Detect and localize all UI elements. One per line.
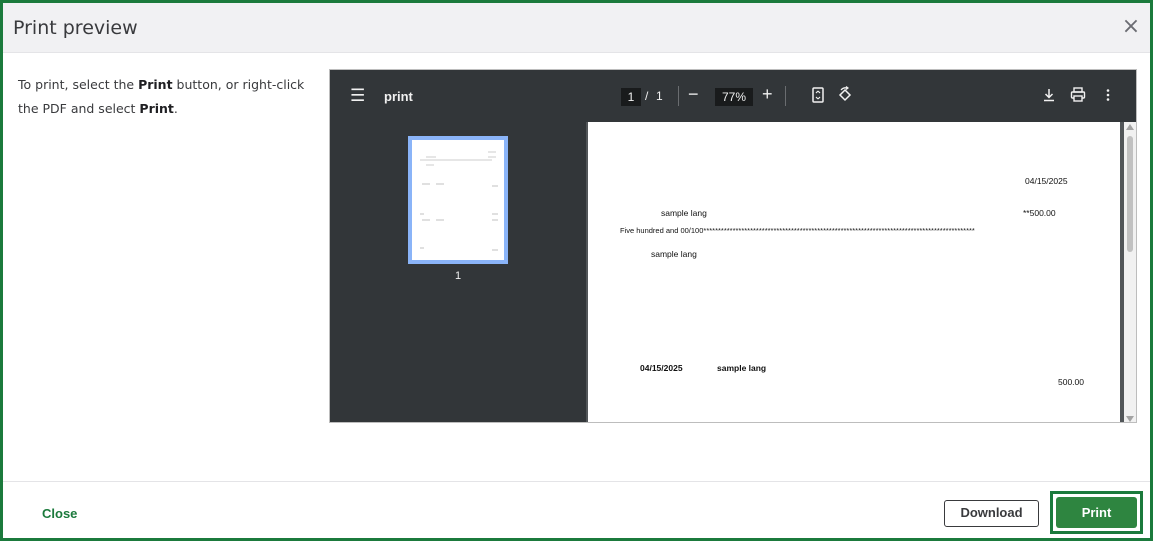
zoom-out-button[interactable]: −	[688, 84, 699, 105]
stub-amount: 500.00	[1058, 377, 1084, 387]
toolbar-divider	[678, 86, 679, 106]
check-payee: sample lang	[661, 208, 707, 218]
rotate-icon[interactable]	[835, 85, 855, 105]
dialog-title: Print preview	[13, 17, 138, 39]
scroll-down-arrow-icon[interactable]	[1126, 416, 1134, 422]
dialog-header: Print preview ×	[3, 3, 1150, 53]
fit-page-icon[interactable]	[808, 85, 828, 105]
download-button[interactable]: Download	[944, 500, 1039, 527]
thumbnail-pane: 1	[330, 122, 586, 422]
instructions-text-1: To print, select the	[18, 77, 139, 92]
instructions-text-3: .	[173, 101, 178, 116]
scroll-thumb[interactable]	[1127, 136, 1133, 252]
instructions-print-bold-2: Print	[139, 101, 174, 116]
print-instructions: To print, select the Print button, or ri…	[18, 73, 323, 121]
thumbnail-page-number: 1	[454, 270, 462, 282]
instructions-print-bold-1: Print	[138, 77, 173, 92]
zoom-in-button[interactable]: +	[762, 84, 773, 105]
current-page-input[interactable]: 1	[621, 88, 641, 106]
dialog-footer: Close Download Print	[3, 481, 1150, 538]
pdf-file-name: print	[384, 89, 413, 104]
stub-payee: sample lang	[717, 363, 767, 373]
print-button[interactable]: Print	[1056, 497, 1137, 528]
printer-icon[interactable]	[1068, 85, 1088, 105]
page-thumbnail[interactable]	[408, 136, 508, 264]
check-amount-words: Five hundred and 00/100*****************…	[620, 226, 975, 235]
page-count: 1	[656, 89, 663, 103]
check-amount: **500.00	[1023, 208, 1056, 218]
pdf-page-area: 04/15/2025 sample lang **500.00 Five hun…	[586, 122, 1126, 422]
print-preview-dialog: Print preview × To print, select the Pri…	[0, 0, 1153, 541]
more-vert-icon[interactable]	[1098, 85, 1118, 105]
download-icon[interactable]	[1039, 85, 1059, 105]
close-icon[interactable]: ×	[1120, 16, 1142, 39]
pdf-scrollbar[interactable]	[1124, 122, 1136, 422]
close-button[interactable]: Close	[42, 506, 77, 521]
check-date: 04/15/2025	[1025, 176, 1068, 186]
scroll-up-arrow-icon[interactable]	[1126, 124, 1134, 130]
zoom-level-input[interactable]: 77%	[715, 88, 753, 106]
stub-date: 04/15/2025	[640, 363, 683, 373]
pdf-viewer: ☰ print 1 / 1 − 77% + 1 04/15/2025 sampl…	[329, 69, 1137, 423]
page-separator: /	[645, 89, 649, 103]
check-address-name: sample lang	[651, 249, 697, 259]
menu-icon[interactable]: ☰	[350, 86, 365, 106]
thumbnail-preview	[420, 151, 498, 251]
toolbar-divider	[785, 86, 786, 106]
pdf-page: 04/15/2025 sample lang **500.00 Five hun…	[588, 122, 1120, 422]
pdf-toolbar: ☰ print 1 / 1 − 77% +	[330, 70, 1136, 122]
